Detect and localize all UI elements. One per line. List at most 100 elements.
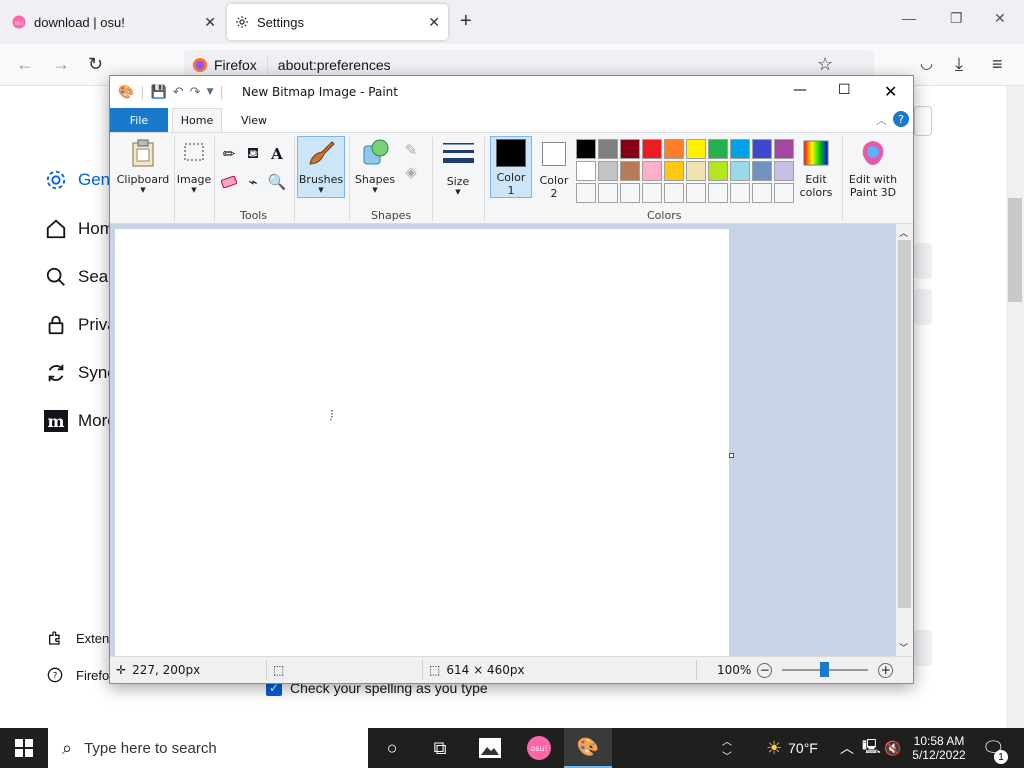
scroll-down-icon[interactable]: ﹀ — [899, 641, 908, 654]
palette-empty-swatch[interactable] — [576, 183, 596, 203]
sidebar-item-more-from-mozilla[interactable]: m More — [44, 409, 117, 433]
sidebar-item-privacy[interactable]: Priva — [44, 313, 117, 337]
palette-color-swatch[interactable] — [774, 139, 794, 159]
palette-color-swatch[interactable] — [774, 161, 794, 181]
tab-osu-download[interactable]: osu download | osu! ✕ — [0, 4, 224, 40]
windows-start-icon[interactable] — [0, 728, 48, 768]
pocket-icon[interactable]: ◡ — [920, 54, 933, 72]
cortana-icon[interactable]: ○ — [368, 728, 416, 768]
palette-color-swatch[interactable] — [686, 139, 706, 159]
palette-color-swatch[interactable] — [730, 161, 750, 181]
palette-empty-swatch[interactable] — [752, 183, 772, 203]
fill-bucket-icon[interactable]: ⛾ — [242, 143, 264, 165]
zoom-in-icon[interactable]: + — [878, 662, 894, 678]
palette-color-swatch[interactable] — [642, 139, 662, 159]
new-tab-button[interactable]: + — [460, 10, 472, 33]
palette-color-swatch[interactable] — [752, 161, 772, 181]
edit-with-paint3d-button[interactable]: Edit with Paint 3D — [846, 137, 900, 199]
palette-color-swatch[interactable] — [686, 161, 706, 181]
shapes-button[interactable]: Shapes ▼ — [352, 137, 398, 194]
size-button[interactable]: Size ▼ — [438, 139, 478, 196]
clock[interactable]: 10:58 AM 5/12/2022 — [908, 728, 970, 768]
palette-color-swatch[interactable] — [708, 139, 728, 159]
palette-color-swatch[interactable] — [598, 139, 618, 159]
bookmark-star-icon[interactable]: ☆ — [817, 54, 833, 75]
tab-view[interactable]: View — [234, 108, 274, 132]
sidebar-item-extensions[interactable]: Exten — [46, 629, 109, 647]
palette-empty-swatch[interactable] — [730, 183, 750, 203]
palette-color-swatch[interactable] — [664, 161, 684, 181]
back-arrow-icon[interactable]: ← — [16, 54, 34, 75]
canvas-resize-handle[interactable] — [729, 453, 734, 458]
outline-icon[interactable]: ✎ — [400, 139, 422, 161]
palette-empty-swatch[interactable] — [598, 183, 618, 203]
palette-color-swatch[interactable] — [620, 139, 640, 159]
palette-color-swatch[interactable] — [598, 161, 618, 181]
brushes-button[interactable]: Brushes ▼ — [297, 136, 345, 198]
paint-app-icon[interactable]: 🎨 — [564, 728, 612, 768]
pencil-icon[interactable]: ✏ — [218, 143, 240, 165]
edit-colors-button[interactable]: Edit colors — [794, 137, 838, 199]
palette-empty-swatch[interactable] — [686, 183, 706, 203]
customize-qat-icon[interactable]: ▼ — [207, 87, 214, 97]
palette-color-swatch[interactable] — [576, 139, 596, 159]
settings-button[interactable] — [914, 630, 932, 666]
palette-empty-swatch[interactable] — [708, 183, 728, 203]
palette-color-swatch[interactable] — [642, 161, 662, 181]
settings-button[interactable] — [914, 243, 932, 279]
osu-app-icon[interactable]: osu! — [515, 728, 563, 768]
close-icon[interactable]: ✕ — [884, 82, 897, 101]
tab-file[interactable]: File — [110, 108, 168, 132]
palette-empty-swatch[interactable] — [620, 183, 640, 203]
weather-widget[interactable]: ☀ 70°F — [766, 728, 818, 768]
magnifier-icon[interactable]: 🔍 — [266, 171, 288, 193]
restore-icon[interactable]: ❐ — [950, 10, 963, 27]
photos-app-icon[interactable] — [466, 728, 514, 768]
maximize-icon[interactable]: ☐ — [838, 82, 851, 98]
fill-icon[interactable]: ◈ — [400, 161, 422, 183]
volume-muted-icon[interactable]: 🔇 — [884, 728, 901, 768]
eraser-icon[interactable] — [218, 171, 240, 193]
image-button[interactable]: Image ▼ — [176, 137, 212, 194]
forward-arrow-icon[interactable]: → — [52, 54, 70, 75]
sidebar-item-search[interactable]: Sear — [44, 265, 114, 289]
menu-icon[interactable]: ≡ — [992, 54, 1003, 75]
undo-icon[interactable]: ↶ — [173, 85, 184, 100]
palette-color-swatch[interactable] — [664, 139, 684, 159]
clipboard-button[interactable]: Clipboard ▼ — [116, 137, 170, 194]
tab-home[interactable]: Home — [172, 108, 222, 132]
palette-empty-swatch[interactable] — [664, 183, 684, 203]
settings-button[interactable] — [914, 289, 932, 325]
zoom-slider-thumb[interactable] — [820, 662, 830, 677]
network-icon[interactable]: 🖳 — [862, 728, 881, 768]
show-hidden-icons-icon[interactable]: ︿ ﹀ — [722, 728, 732, 768]
minimize-icon[interactable]: — — [902, 10, 916, 26]
color-picker-icon[interactable]: ⌁ — [242, 171, 264, 193]
minimize-icon[interactable]: — — [793, 82, 807, 98]
canvas-scrollbar-thumb[interactable] — [898, 240, 911, 608]
scroll-up-icon[interactable]: ︿ — [899, 226, 908, 239]
tab-settings[interactable]: Settings ✕ — [227, 4, 448, 40]
page-scrollbar[interactable] — [1006, 86, 1024, 728]
close-window-icon[interactable]: ✕ — [994, 10, 1006, 27]
task-view-icon[interactable]: ⧉ — [416, 728, 464, 768]
palette-color-swatch[interactable] — [730, 139, 750, 159]
find-in-settings-field[interactable] — [914, 106, 932, 136]
palette-color-swatch[interactable] — [576, 161, 596, 181]
reload-icon[interactable]: ↻ — [88, 54, 103, 75]
drawing-canvas[interactable] — [115, 229, 729, 656]
palette-color-swatch[interactable] — [620, 161, 640, 181]
palette-empty-swatch[interactable] — [642, 183, 662, 203]
zoom-out-icon[interactable]: − — [757, 662, 773, 678]
palette-empty-swatch[interactable] — [774, 183, 794, 203]
firefox-identity[interactable]: Firefox — [184, 55, 268, 75]
color1-button[interactable]: Color 1 — [490, 136, 532, 198]
save-icon[interactable]: 💾 — [151, 85, 167, 100]
palette-color-swatch[interactable] — [752, 139, 772, 159]
sidebar-item-support[interactable]: ? Firefo — [46, 666, 109, 684]
paint-app-icon[interactable]: 🎨 — [118, 85, 134, 100]
help-icon[interactable]: ? — [893, 111, 909, 127]
palette-color-swatch[interactable] — [708, 161, 728, 181]
zoom-slider[interactable] — [782, 662, 869, 677]
notifications-icon[interactable]: 🗨 1 — [982, 728, 1008, 768]
